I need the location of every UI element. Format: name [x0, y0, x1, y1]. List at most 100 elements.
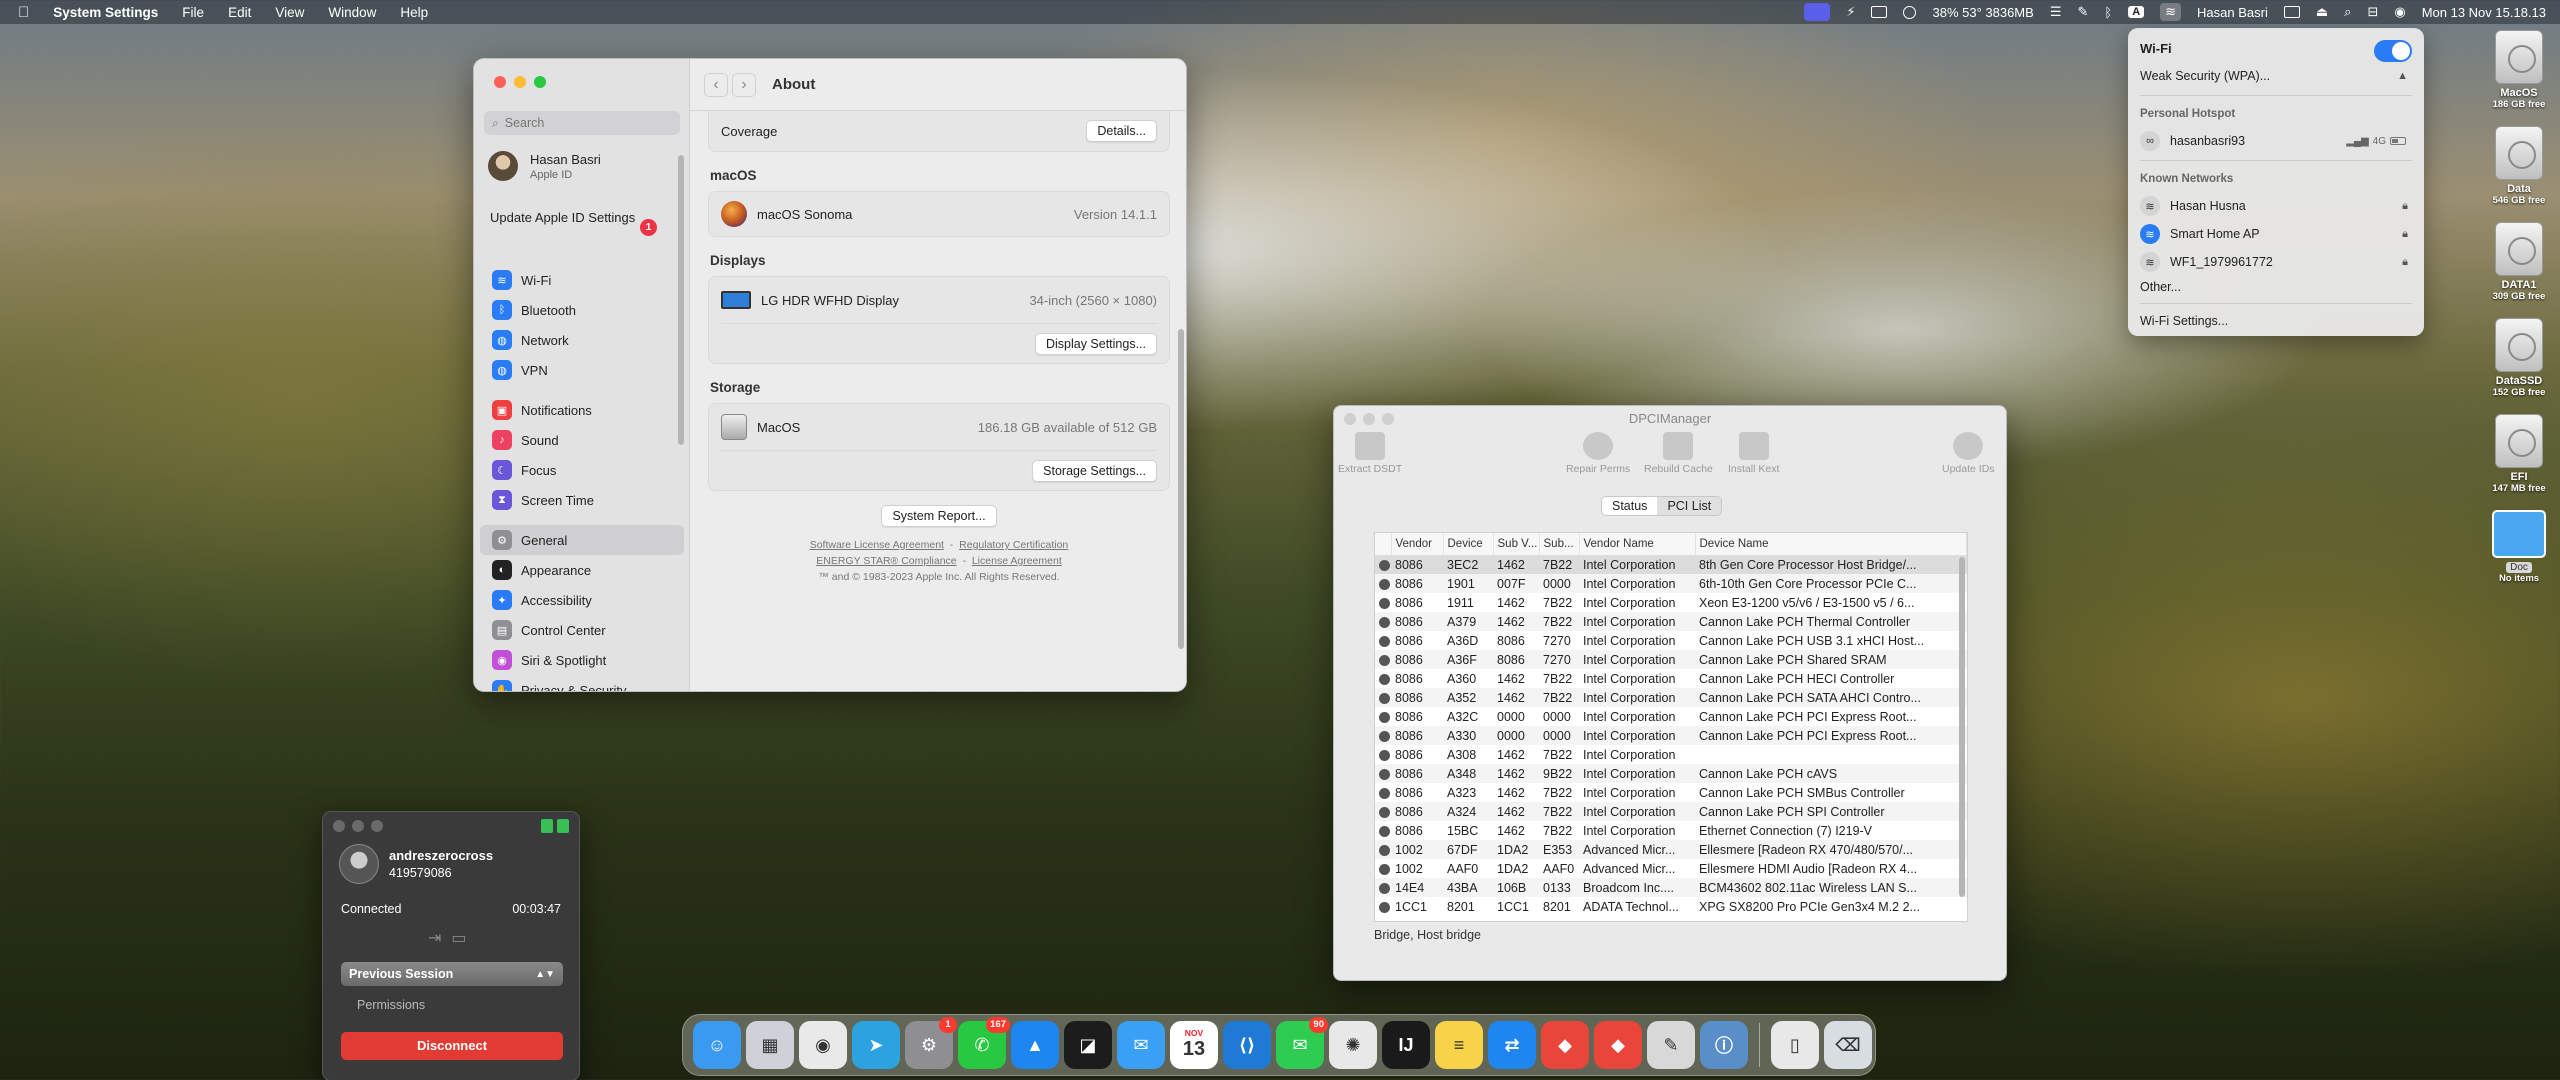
table-row[interactable]: 1002 67DF 1DA2 E353 Advanced Micr... Ellesmer…	[1375, 840, 1967, 859]
screen-share-icon[interactable]	[1804, 3, 1831, 21]
dock-messages-icon[interactable]: ✉ 90	[1276, 1017, 1328, 1069]
dock-telegram-icon[interactable]: ➤	[852, 1021, 900, 1069]
table-row[interactable]: 8086 A36F 8086 7270 Intel Corporation Cannon …	[1375, 650, 1967, 669]
close-button[interactable]	[1344, 413, 1356, 425]
table-scrollbar[interactable]	[1959, 557, 1965, 897]
table-row[interactable]: 8086 A348 1462 9B22 Intel Corporation Cannon …	[1375, 764, 1967, 783]
tab-status[interactable]: Status	[1602, 497, 1657, 515]
desktop-folder[interactable]: Doc No items	[2486, 510, 2552, 584]
minimize-button[interactable]	[514, 76, 526, 88]
table-row[interactable]: 14E4 43BA 106B 0133 Broadcom Inc.... BCM43602…	[1375, 878, 1967, 897]
desktop-disk[interactable]: Data 546 GB free	[2486, 126, 2552, 206]
search-input[interactable]	[504, 116, 665, 130]
table-row[interactable]: 8086 A308 1462 7B22 Intel Corporation	[1375, 745, 1967, 764]
display-settings-button[interactable]: Display Settings...	[1034, 332, 1157, 355]
dock-remote-app-icon[interactable]: ⇄	[1488, 1021, 1536, 1069]
table-row[interactable]: 8086 A324 1462 7B22 Intel Corporation Cannon …	[1375, 802, 1967, 821]
clock[interactable]: Mon 13 Nov 15.18.13	[2422, 5, 2546, 20]
column-header[interactable]: Device	[1443, 533, 1494, 556]
forward-button[interactable]: ›	[732, 72, 756, 97]
desktop-disk[interactable]: DataSSD 152 GB free	[2486, 318, 2552, 398]
column-header[interactable]: Device Name	[1695, 533, 1967, 556]
desktop-disk[interactable]: EFI 147 MB free	[2486, 414, 2552, 494]
update-apple-id[interactable]: Update Apple ID Settings	[490, 209, 640, 226]
back-button[interactable]: ‹	[704, 72, 728, 97]
apple-menu-icon[interactable]: 	[18, 4, 29, 21]
table-row[interactable]: 8086 1911 1462 7B22 Intel Corporation Xeon E3…	[1375, 593, 1967, 612]
search-icon[interactable]: ⌕	[2344, 4, 2351, 20]
dock-preview-icon[interactable]: ✎	[1647, 1021, 1695, 1069]
known-network-row[interactable]: ≋ WF1_1979961772 🔒︎	[2140, 248, 2412, 276]
update-ids-button[interactable]: Update IDs	[1942, 432, 1995, 475]
install-kext-button[interactable]: Install Kext	[1728, 432, 1779, 475]
dock-chrome-icon[interactable]: ◉	[799, 1021, 847, 1069]
eject-icon[interactable]: ⏏	[2316, 4, 2328, 20]
dock-intellij-icon[interactable]: IJ	[1382, 1021, 1430, 1069]
table-row[interactable]: 8086 3EC2 1462 7B22 Intel Corporation 8th Gen…	[1375, 555, 1967, 574]
close-button[interactable]	[333, 820, 345, 832]
column-header[interactable]: Sub...	[1539, 533, 1580, 556]
message-icon[interactable]: ▭	[451, 928, 466, 948]
other-networks[interactable]: Other...	[2140, 276, 2412, 298]
known-network-row[interactable]: ≋ Hasan Husna 🔒︎	[2140, 192, 2412, 220]
sidebar-item-screen-time[interactable]: ⧗ Screen Time	[480, 485, 684, 515]
menu-edit[interactable]: Edit	[228, 5, 251, 20]
window-icon[interactable]	[1871, 6, 1888, 18]
dock-testflight-icon[interactable]: ▲	[1011, 1021, 1059, 1069]
menu-window[interactable]: Window	[328, 5, 376, 20]
sidebar-item-general[interactable]: ⚙ General	[480, 525, 684, 555]
minimize-button[interactable]	[352, 820, 364, 832]
chat-icon[interactable]	[557, 819, 569, 833]
dock-vscode-icon[interactable]: ⟨⟩	[1223, 1021, 1271, 1069]
column-header[interactable]	[1375, 533, 1392, 556]
gauge-icon[interactable]	[1903, 5, 1917, 19]
desktop-disk[interactable]: DATA1 309 GB free	[2486, 222, 2552, 302]
disconnect-button[interactable]: Disconnect	[341, 1032, 563, 1060]
session-select[interactable]: Previous Session ▲▼	[341, 962, 563, 986]
energy-star-link[interactable]: ENERGY STAR® Compliance	[816, 555, 956, 567]
current-network-row[interactable]: Weak Security (WPA)... ▲	[2140, 62, 2412, 90]
permissions-link[interactable]: Permissions	[357, 998, 425, 1012]
menu-view[interactable]: View	[275, 5, 304, 20]
regulatory-link[interactable]: Regulatory Certification	[959, 539, 1068, 551]
hardware-icon[interactable]: ⚡	[1846, 4, 1855, 20]
sidebar-item-bluetooth[interactable]: ᛒ Bluetooth	[480, 295, 684, 325]
search-field[interactable]: ⌕	[484, 111, 680, 135]
minimize-button[interactable]	[1363, 413, 1375, 425]
known-network-row[interactable]: ≋ Smart Home AP 🔒︎	[2140, 220, 2412, 248]
dock-chatgpt-icon[interactable]: ✺	[1329, 1021, 1377, 1069]
sidebar-item-network[interactable]: ◍ Network	[480, 325, 684, 355]
extract-dsdt-button[interactable]: Extract DSDT	[1338, 432, 1402, 475]
table-row[interactable]: 8086 A32C 0000 0000 Intel Corporation Cannon …	[1375, 707, 1967, 726]
column-header[interactable]: Vendor	[1391, 533, 1444, 556]
control-center-icon[interactable]: ⊟	[2367, 4, 2378, 20]
dock-mail-icon[interactable]: ✉	[1117, 1021, 1165, 1069]
table-row[interactable]: 8086 A360 1462 7B22 Intel Corporation Cannon …	[1375, 669, 1967, 688]
dock-anydesk-2-icon[interactable]: ◆	[1594, 1021, 1642, 1069]
app-menu[interactable]: System Settings	[53, 5, 158, 20]
dock-system-info-icon[interactable]: ⓘ	[1700, 1021, 1748, 1069]
sidebar-item-accessibility[interactable]: ✦ Accessibility	[480, 585, 684, 615]
file-transfer-icon[interactable]: ⇥	[428, 928, 441, 948]
sidebar-item-appearance[interactable]: ◐ Appearance	[480, 555, 684, 585]
storage-settings-button[interactable]: Storage Settings...	[1032, 459, 1157, 482]
table-row[interactable]: 8086 A330 0000 0000 Intel Corporation Cannon …	[1375, 726, 1967, 745]
dock-calendar-icon[interactable]: NOV 13	[1170, 1021, 1218, 1069]
sidebar-item-wi-fi[interactable]: ≋ Wi-Fi	[480, 265, 684, 295]
wifi-toggle[interactable]	[2374, 40, 2412, 62]
dock-finder-icon[interactable]: ☺	[693, 1021, 741, 1069]
keyboard-icon[interactable]	[2283, 6, 2300, 18]
table-row[interactable]: 8086 1901 007F 0000 Intel Corporation 6th-10t…	[1375, 574, 1967, 593]
sidebar-item-sound[interactable]: ♪ Sound	[480, 425, 684, 455]
menu-help[interactable]: Help	[400, 5, 428, 20]
siri-icon[interactable]: ◉	[2394, 4, 2405, 20]
menu-file[interactable]: File	[182, 5, 204, 20]
dock-whatsapp-icon[interactable]: ✆ 167	[958, 1017, 1010, 1069]
hotspot-row[interactable]: ∞ hasanbasri93 ▂▄▆ 4G	[2140, 127, 2412, 155]
system-stats[interactable]: 38% 53° 3836MB	[1932, 5, 2033, 20]
table-row[interactable]: 8086 A352 1462 7B22 Intel Corporation Cannon …	[1375, 688, 1967, 707]
dock-document-icon[interactable]: ▯	[1771, 1021, 1819, 1069]
stack-icon[interactable]: ☰	[2050, 4, 2062, 20]
dock-trash-icon[interactable]: ⌫	[1824, 1021, 1872, 1069]
sidebar-item-focus[interactable]: ☾ Focus	[480, 455, 684, 485]
